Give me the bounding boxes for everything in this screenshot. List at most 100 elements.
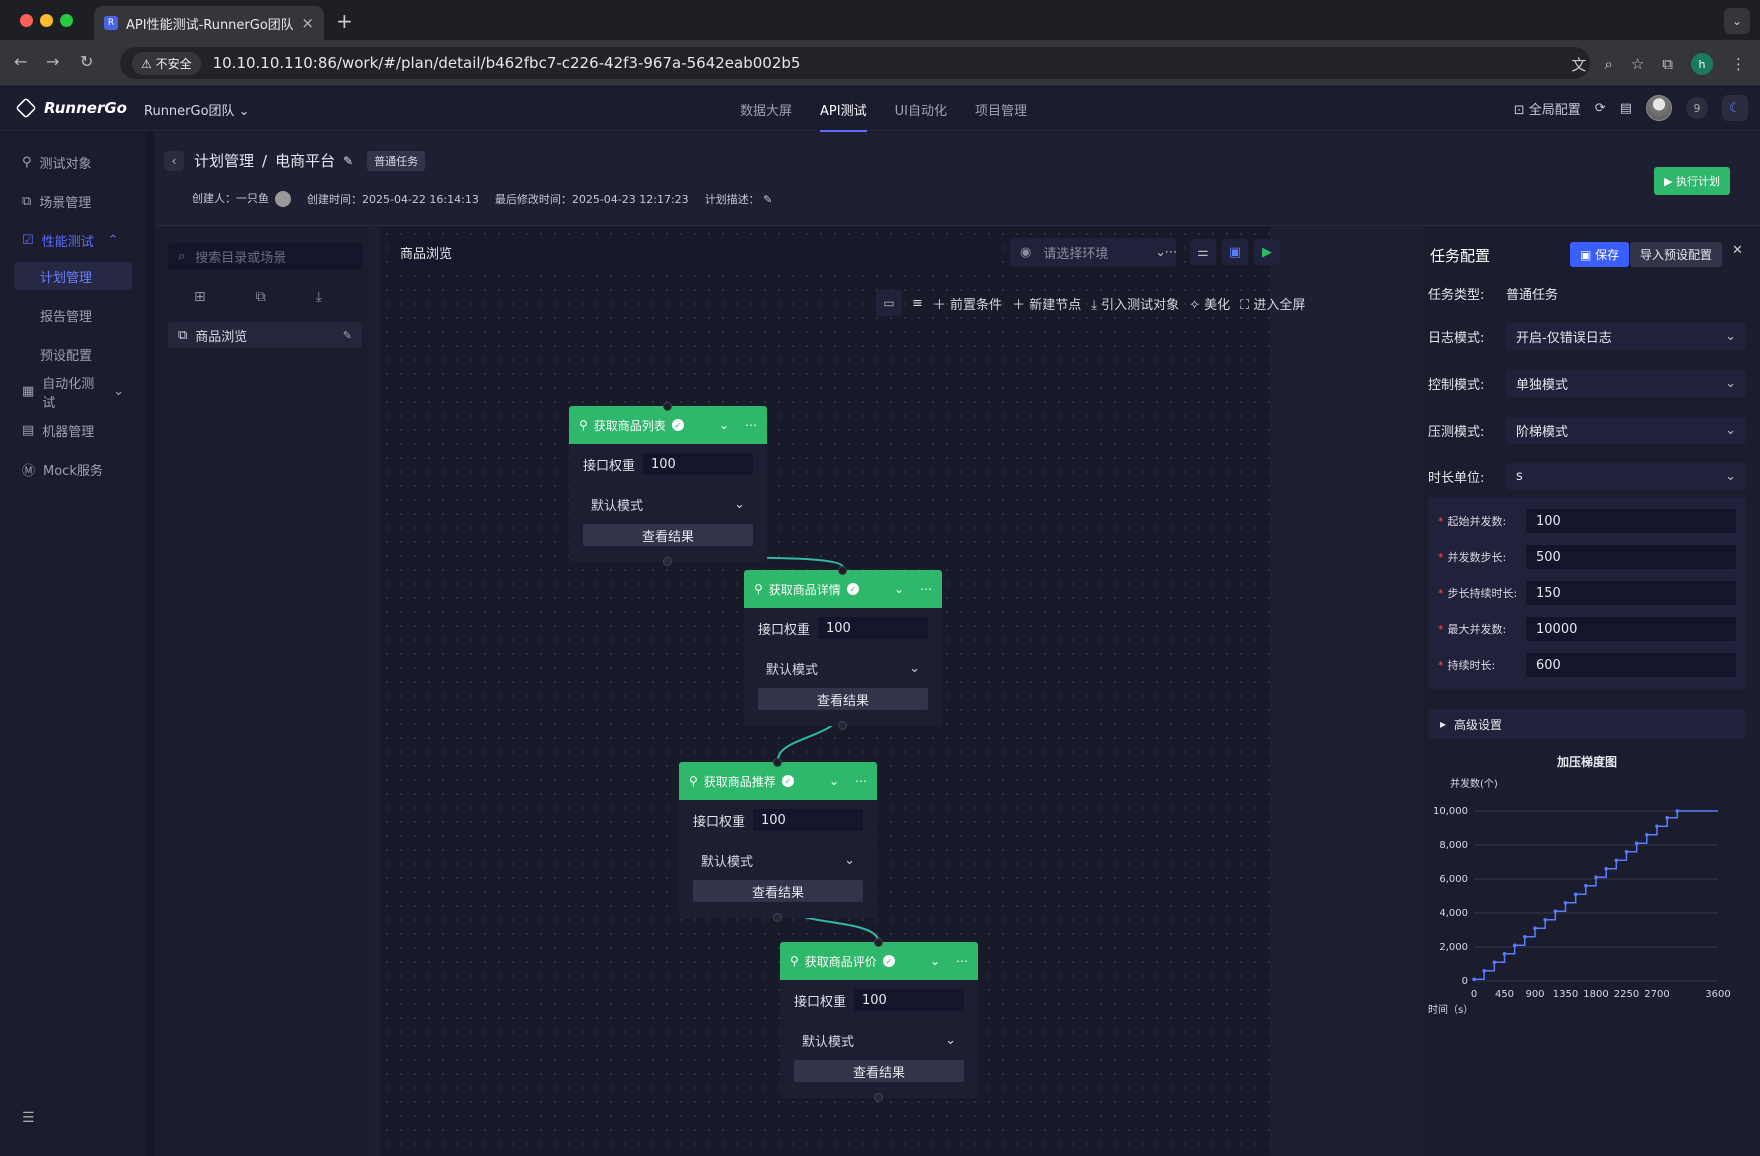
flow-canvas[interactable]: 商品浏览 ◉ 请选择环境 ⌄ ⋯ ⚌ ▣ ▶ ▭ ≡ ＋ 前置条件 ＋ 新建节点…	[380, 227, 1305, 1156]
node-header[interactable]: ⚲ 获取商品列表 ✓ ⌄ ⋯	[569, 406, 767, 444]
close-icon[interactable]: ✕	[1732, 243, 1743, 258]
view-result-button[interactable]: 查看结果	[758, 688, 928, 710]
sidebar-item-reports[interactable]: 报告管理	[14, 301, 132, 329]
flow-node[interactable]: ⚲ 获取商品详情 ✓ ⌄ ⋯ 接口权重 100 默认模式 ⌄ 查看结果	[744, 566, 942, 730]
log-mode-select[interactable]: 开启-仅错误日志 ⌄	[1506, 323, 1746, 350]
more-icon[interactable]: ⋯	[745, 418, 757, 432]
mode-select[interactable]: 默认模式 ⌄	[679, 840, 877, 880]
member-count-badge[interactable]: 9	[1686, 97, 1708, 119]
user-avatar[interactable]	[1646, 95, 1672, 121]
view-result-button[interactable]: 查看结果	[583, 524, 753, 546]
global-config-button[interactable]: ⊡ 全局配置	[1514, 99, 1581, 118]
sidebar-item-scenes[interactable]: ⧉ 场景管理	[0, 182, 146, 221]
weight-input[interactable]: 100	[753, 809, 863, 831]
reload-icon[interactable]: ↻	[80, 52, 93, 71]
new-folder-icon[interactable]: ⊞	[194, 289, 206, 305]
advanced-settings-toggle[interactable]: ▸ 高级设置	[1428, 709, 1746, 739]
brand-logo[interactable]: RunnerGo	[15, 97, 127, 119]
zoom-icon[interactable]: ⌕	[1604, 55, 1612, 73]
mode-select[interactable]: 默认模式 ⌄	[744, 648, 942, 688]
tab-search-icon[interactable]: ⌄	[1724, 8, 1750, 34]
close-window-dot[interactable]	[20, 14, 33, 27]
pressure-mode-select[interactable]: 阶梯模式 ⌄	[1506, 417, 1746, 444]
more-icon[interactable]: ⋯	[855, 774, 867, 788]
bookmark-star-icon[interactable]: ☆	[1631, 55, 1644, 73]
browser-tab[interactable]: R API性能测试-RunnerGo团队 ×	[94, 6, 324, 40]
view-result-button[interactable]: 查看结果	[693, 880, 863, 902]
ramp-point	[1675, 809, 1680, 813]
max-concurrency-input[interactable]: 10000	[1526, 617, 1736, 641]
profile-avatar[interactable]: h	[1691, 53, 1713, 75]
edit-desc-icon[interactable]: ✎	[760, 193, 772, 206]
back-arrow-icon[interactable]: ←	[14, 52, 27, 71]
url-field[interactable]: ⚠ 不安全 10.10.10.110:86/work/#/plan/detail…	[120, 47, 1590, 79]
step-size-input[interactable]: 500	[1526, 545, 1736, 569]
start-concurrency-input[interactable]: 100	[1526, 509, 1736, 533]
sidebar-item-automation[interactable]: ▦ 自动化测试 ⌄	[0, 372, 146, 411]
collapse-sidebar-icon[interactable]: ☰	[22, 1110, 35, 1126]
weight-input[interactable]: 100	[818, 617, 928, 639]
node-header[interactable]: ⚲ 获取商品评价 ✓ ⌄ ⋯	[780, 942, 978, 980]
edit-scene-icon[interactable]: ✎	[343, 329, 352, 342]
check-circle-icon: ✓	[882, 955, 895, 967]
insecure-badge[interactable]: ⚠ 不安全	[132, 51, 201, 75]
nav-dashboard[interactable]: 数据大屏	[740, 100, 792, 119]
crumb-separator: /	[262, 151, 268, 170]
node-header[interactable]: ⚲ 获取商品推荐 ✓ ⌄ ⋯	[679, 762, 877, 800]
extensions-icon[interactable]: ⧉	[1662, 55, 1673, 73]
flow-node[interactable]: ⚲ 获取商品推荐 ✓ ⌄ ⋯ 接口权重 100 默认模式 ⌄ 查看结果	[679, 758, 877, 922]
y-tick-label: 2,000	[1439, 942, 1468, 953]
sidebar-item-test-objects[interactable]: ⚲ 测试对象	[0, 143, 146, 182]
new-tab-icon[interactable]: +	[336, 9, 353, 33]
back-button[interactable]: ‹	[164, 151, 184, 171]
weight-input[interactable]: 100	[854, 989, 964, 1011]
view-result-button[interactable]: 查看结果	[794, 1060, 964, 1082]
duration-unit-select[interactable]: s ⌄	[1506, 463, 1746, 490]
nav-ui-automation[interactable]: UI自动化	[895, 100, 947, 119]
sidebar-item-performance[interactable]: ☑ 性能测试 ⌃	[0, 221, 146, 260]
flow-node[interactable]: ⚲ 获取商品评价 ✓ ⌄ ⋯ 接口权重 100 默认模式 ⌄ 查看结果	[780, 938, 978, 1102]
import-icon[interactable]: ⤓	[316, 289, 322, 305]
hold-duration-input[interactable]: 600	[1526, 653, 1736, 677]
forward-arrow-icon[interactable]: →	[46, 52, 59, 71]
browser-menu-icon[interactable]: ⋮	[1731, 55, 1746, 73]
sidebar-item-machines[interactable]: ▤ 机器管理	[0, 411, 146, 450]
chevron-down-icon: ⌄	[113, 384, 124, 399]
more-icon[interactable]: ⋯	[920, 582, 932, 596]
chevron-down-icon[interactable]: ⌄	[930, 954, 940, 968]
mode-select[interactable]: 默认模式 ⌄	[569, 484, 767, 524]
weight-input[interactable]: 100	[643, 453, 753, 475]
nav-project-management[interactable]: 项目管理	[975, 100, 1027, 119]
chevron-down-icon[interactable]: ⌄	[719, 418, 729, 432]
translate-icon[interactable]: 文	[1571, 54, 1586, 75]
step-duration-input[interactable]: 150	[1526, 581, 1736, 605]
mode-select[interactable]: 默认模式 ⌄	[780, 1020, 978, 1060]
edit-name-icon[interactable]: ✎	[343, 154, 353, 168]
tree-search-input[interactable]: ⌕ 搜索目录或场景	[168, 243, 362, 270]
sync-icon[interactable]: ⟳	[1595, 101, 1606, 116]
import-preset-button[interactable]: 导入预设配置	[1630, 242, 1723, 267]
minimize-window-dot[interactable]	[40, 14, 53, 27]
ramp-point	[1594, 875, 1598, 880]
crumb-root[interactable]: 计划管理	[194, 150, 254, 171]
save-config-button[interactable]: ▣ 保存	[1570, 242, 1630, 267]
tree-item-scene[interactable]: ⧉ 商品浏览 ✎	[168, 322, 362, 348]
nav-api-test[interactable]: API测试	[820, 100, 867, 133]
sidebar-item-mock[interactable]: Ⓜ Mock服务	[0, 450, 146, 489]
chevron-down-icon[interactable]: ⌄	[829, 774, 839, 788]
run-plan-button[interactable]: ▶ 执行计划	[1654, 167, 1730, 195]
link-icon: ⚲	[579, 418, 588, 432]
team-selector[interactable]: RunnerGo团队 ⌄	[144, 100, 250, 119]
flow-node[interactable]: ⚲ 获取商品列表 ✓ ⌄ ⋯ 接口权重 100 默认模式 ⌄ 查看结果	[569, 402, 767, 566]
copy-scene-icon[interactable]: ⧉	[256, 289, 266, 305]
sidebar-item-presets[interactable]: 预设配置	[14, 340, 132, 368]
dark-mode-icon[interactable]: ☾	[1722, 95, 1748, 121]
control-mode-select[interactable]: 单独模式 ⌄	[1506, 370, 1746, 397]
node-header[interactable]: ⚲ 获取商品详情 ✓ ⌄ ⋯	[744, 570, 942, 608]
close-tab-icon[interactable]: ×	[301, 14, 314, 32]
chevron-down-icon[interactable]: ⌄	[894, 582, 904, 596]
sidebar-item-plans[interactable]: 计划管理	[14, 262, 132, 290]
notification-icon[interactable]: ▤	[1620, 101, 1632, 116]
zoom-window-dot[interactable]	[60, 14, 73, 27]
more-icon[interactable]: ⋯	[956, 954, 968, 968]
